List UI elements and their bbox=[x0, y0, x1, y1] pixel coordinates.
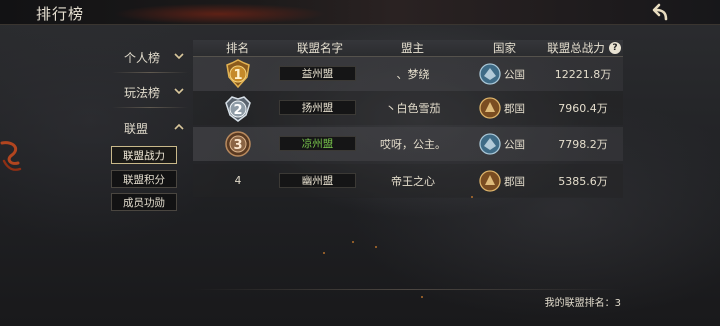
column-header-nation: 国家 bbox=[493, 41, 516, 55]
help-icon[interactable]: ? bbox=[609, 42, 621, 54]
rank-number-label: 2 bbox=[233, 103, 242, 118]
nation-label: 郡国 bbox=[504, 102, 525, 115]
column-header-alliance-name: 联盟名字 bbox=[297, 41, 343, 55]
column-header-power: 联盟总战力 bbox=[547, 41, 605, 55]
gold-nation-emblem-icon bbox=[479, 97, 501, 119]
nation-label: 公国 bbox=[504, 68, 525, 81]
back-button[interactable] bbox=[650, 1, 672, 23]
silver-rank-badge-icon: 2 bbox=[225, 96, 251, 122]
power-value: 7960.4万 bbox=[558, 102, 608, 115]
chevron-down-icon bbox=[174, 52, 184, 63]
blue-nation-emblem-icon bbox=[479, 63, 501, 85]
nav-divider bbox=[112, 72, 188, 73]
my-alliance-rank: 我的联盟排名：3 bbox=[544, 298, 621, 309]
blue-nation-emblem-icon bbox=[479, 133, 501, 155]
table-row[interactable]: 2 扬州盟 丶白色雪茄 郡国 7960.4万 bbox=[193, 91, 623, 125]
alliance-name-box[interactable]: 益州盟 bbox=[279, 66, 356, 81]
subnav-member-merit[interactable]: 成员功勋 bbox=[111, 193, 177, 211]
column-header-rank: 排名 bbox=[226, 41, 249, 55]
decorative-emblem-icon bbox=[0, 141, 22, 171]
rank-number-label: 1 bbox=[233, 68, 242, 83]
footer-divider bbox=[193, 289, 623, 290]
ember-particle bbox=[471, 196, 473, 198]
nation-cell: 郡国 bbox=[479, 170, 525, 192]
back-arrow-icon bbox=[652, 3, 668, 21]
nav-item-gameplay[interactable]: 玩法榜 bbox=[112, 77, 188, 107]
nav-item-label: 联盟 bbox=[124, 121, 149, 136]
top-bar bbox=[0, 0, 720, 25]
table-row[interactable]: 3 凉州盟 哎呀，公主。 公国 7798.2万 bbox=[193, 127, 623, 161]
ember-particle bbox=[421, 296, 423, 298]
nation-cell: 公国 bbox=[479, 133, 525, 155]
power-value: 5385.6万 bbox=[558, 175, 608, 188]
subnav-alliance-points[interactable]: 联盟积分 bbox=[111, 170, 177, 188]
chevron-up-icon bbox=[174, 123, 184, 134]
nation-cell: 公国 bbox=[479, 63, 525, 85]
nav-item-alliance[interactable]: 联盟 bbox=[112, 113, 188, 143]
table-row[interactable]: 1 益州盟 、梦绕 公国 12221.8万 bbox=[193, 57, 623, 91]
bronze-rank-badge-icon: 3 bbox=[225, 131, 251, 157]
column-header-leader: 盟主 bbox=[401, 41, 424, 55]
leader-name: 帝王之心 bbox=[391, 175, 435, 188]
page-title: 排行榜 bbox=[36, 5, 85, 23]
ember-particle bbox=[352, 241, 354, 243]
alliance-name-box[interactable]: 扬州盟 bbox=[279, 100, 356, 115]
nav-item-label: 个人榜 bbox=[124, 50, 161, 65]
nation-cell: 郡国 bbox=[479, 97, 525, 119]
ember-particle bbox=[323, 252, 325, 254]
ember-particle bbox=[375, 246, 377, 248]
nation-label: 郡国 bbox=[504, 175, 525, 188]
nation-label: 公国 bbox=[504, 138, 525, 151]
power-value: 7798.2万 bbox=[558, 138, 608, 151]
leader-name: 、梦绕 bbox=[396, 68, 430, 81]
alliance-name-box[interactable]: 凉州盟 bbox=[279, 136, 356, 151]
rank-number-label: 3 bbox=[233, 138, 242, 153]
gold-nation-emblem-icon bbox=[479, 170, 501, 192]
subnav-alliance-power[interactable]: 联盟战力 bbox=[111, 146, 177, 164]
nav-item-label: 玩法榜 bbox=[124, 85, 161, 100]
power-value: 12221.8万 bbox=[554, 68, 612, 81]
leader-name: 哎呀，公主。 bbox=[380, 138, 446, 151]
leader-name: 丶白色雪茄 bbox=[385, 102, 441, 115]
chevron-down-icon bbox=[174, 87, 184, 98]
nav-divider bbox=[112, 107, 188, 108]
rank-number: 4 bbox=[234, 175, 242, 187]
alliance-name-box[interactable]: 幽州盟 bbox=[279, 173, 356, 188]
gold-rank-badge-icon: 1 bbox=[226, 59, 250, 89]
table-row[interactable]: 4 幽州盟 帝王之心 郡国 5385.6万 bbox=[193, 164, 623, 198]
nav-item-personal[interactable]: 个人榜 bbox=[112, 42, 188, 72]
